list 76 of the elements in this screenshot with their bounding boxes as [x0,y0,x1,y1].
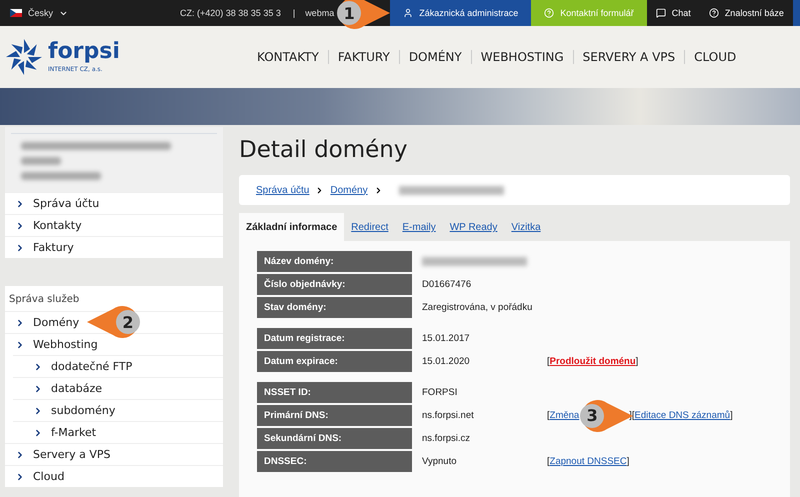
tab[interactable]: Redirect [344,213,396,241]
nav-link[interactable]: DOMÉNY [398,50,471,64]
label-cell: Stav domény: [257,297,412,318]
chevron-icon [33,428,43,438]
question-icon [708,8,719,18]
top-bar-button[interactable]: Zákaznická administrace [390,0,532,26]
chevron-icon [15,318,25,328]
label-cell: Primární DNS: [257,405,412,426]
bracket-text: ] [730,410,733,421]
question-icon [544,8,554,18]
section-heading: Správa služeb [8,293,80,307]
chevron-icon [15,450,25,460]
label-cell: DNSSEC: [257,451,412,472]
value-text: Zaregistrována, v pořádku [421,302,534,313]
bracket-text: [ [632,410,634,421]
bracket-text: [ [547,356,550,367]
value-text: D01667476 [421,279,472,290]
flag-icon [10,9,22,17]
phone-number: CZ: (+420) 38 38 35 35 3 [180,8,281,18]
bracket-text: [ [547,410,550,421]
user-icon [403,8,414,18]
bracket-text: [ [547,456,550,467]
chevron-icon [15,198,25,208]
tab[interactable]: WP Ready [442,213,504,241]
label-cell: Číslo objednávky: [257,274,412,295]
chat-icon [656,8,666,18]
nav-link[interactable]: KONTAKTY [248,50,328,64]
value-text: ns.forpsi.net [421,410,475,421]
value-text: Vypnuto [421,456,458,467]
bracket-text: ] [626,456,630,467]
language-selector[interactable]: Česky [10,8,68,18]
label-cell: Datum registrace: [257,328,412,349]
sidebar-item[interactable]: databáze [13,377,223,399]
nav-link[interactable]: CLOUD [684,50,746,64]
sidebar-item[interactable]: f-Market [13,421,223,443]
sidebar-item[interactable]: Cloud [5,465,223,487]
value-text: 15.01.2017 [421,333,471,344]
chevron-icon [15,472,25,482]
nav-link[interactable]: WEBHOSTING [470,50,573,64]
label-cell: NSSET ID: [257,382,412,403]
value-text: 15.01.2020 [421,356,471,367]
label-cell: Sekundární DNS: [257,428,412,449]
action-link[interactable]: Změna [550,410,580,421]
sidebar-item[interactable]: dodatečné FTP [13,355,223,377]
chevron-icon [15,242,25,252]
separator-text: | [292,8,296,18]
breadcrumb-link[interactable]: Domény [330,184,368,196]
tab[interactable]: Základní informace [239,213,344,241]
nav-link[interactable]: FAKTURY [328,50,399,64]
chevron-icon [33,362,43,372]
page-title: Detail domény [239,137,408,163]
tab[interactable]: Vizitka [504,213,548,241]
webmail-link[interactable]: webma [305,8,334,18]
sidebar-item[interactable]: Webhosting [5,333,223,355]
chevron-icon [33,406,43,416]
chevron-icon [33,384,43,394]
tab[interactable]: E-maily [395,213,443,241]
chevron-icon [15,220,25,230]
logo-icon [4,37,44,77]
value-text: FORPSI [421,387,458,398]
breadcrumb-link[interactable]: Správa účtu [256,184,310,196]
sidebar-item[interactable]: Správa účtu [5,192,223,214]
action-link[interactable]: Editace DNS záznamů [634,410,730,421]
action-link[interactable]: Zapnout DNSSEC [550,456,627,467]
sidebar-item[interactable]: Faktury [5,236,223,258]
action-link[interactable]: Prodloužit doménu [550,356,636,367]
label-cell: Datum expirace: [257,351,412,372]
sidebar-item[interactable]: Servery a VPS [5,443,223,465]
value-text: ns.forpsi.cz [421,433,472,444]
nav-link[interactable]: SERVERY A VPS [572,50,684,64]
sidebar-item[interactable]: subdomény [13,399,223,421]
logo-text: forpsi [48,41,120,63]
bracket-text: ] [636,356,638,367]
label-cell: Název domény: [257,251,412,272]
chevron-icon [15,340,25,350]
sidebar-item[interactable]: Kontakty [5,214,223,236]
